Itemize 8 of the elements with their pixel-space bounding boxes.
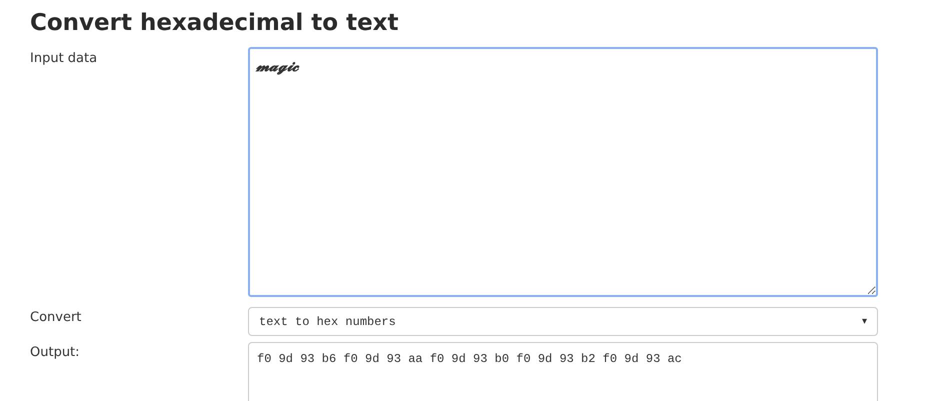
output-field[interactable]: f0 9d 93 b6 f0 9d 93 aa f0 9d 93 b0 f0 9d 93 b2 f0 9d 93 ac <box>248 342 878 401</box>
field-label: Convert <box>30 309 82 327</box>
convert-select[interactable]: text to hex numbers ▾ <box>248 307 878 336</box>
input-field[interactable]: 𝓶𝓪𝓰𝓲𝓬 <box>248 47 878 297</box>
field-label: Input data <box>30 50 98 68</box>
field-label: Output: <box>30 344 81 362</box>
page-title: Convert hexadecimal to text <box>30 9 399 38</box>
caret-icon: ▾ <box>862 314 867 329</box>
